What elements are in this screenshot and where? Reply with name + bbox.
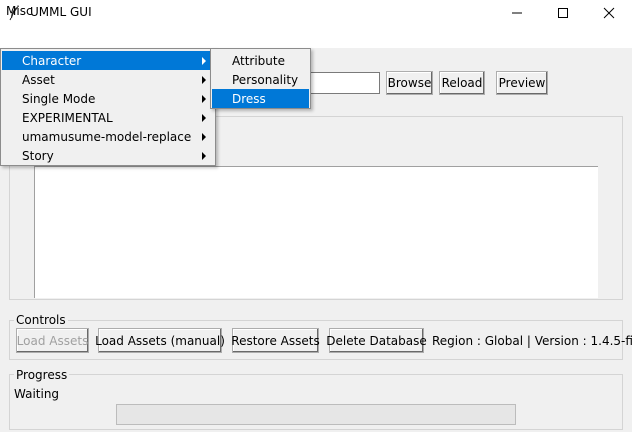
load-assets-button[interactable]: Load Assets (16, 328, 89, 353)
minimize-icon (512, 12, 522, 14)
menu-item-label: Asset (22, 72, 55, 87)
browse-button[interactable]: Browse (386, 71, 433, 95)
progress-bar (116, 404, 516, 425)
submenu-arrow-icon (202, 76, 206, 84)
menu-item-character[interactable]: Character (2, 51, 214, 70)
menu-item-label: umamusume-model-replace (22, 129, 192, 144)
submenu-arrow-icon (202, 57, 206, 65)
menu-item-model-replace[interactable]: umamusume-model-replace (2, 127, 214, 146)
controls-group-label: Controls (14, 313, 68, 327)
region-version-label: Region : Global | Version : 1.4.5-fix2 (432, 334, 632, 348)
menu-item-asset[interactable]: Asset (2, 70, 214, 89)
progress-group-label: Progress (14, 368, 70, 382)
progress-status: Waiting (14, 387, 60, 401)
window-title: UMML GUI (30, 5, 92, 19)
submenu-arrow-icon (202, 95, 206, 103)
submenu-arrow-icon (202, 114, 206, 122)
reload-button[interactable]: Reload (439, 71, 485, 95)
submenu-item-personality[interactable]: Personality (212, 70, 309, 89)
item-list[interactable] (34, 166, 598, 298)
maximize-button[interactable] (540, 0, 586, 26)
maximize-icon (558, 8, 568, 18)
menu-item-story[interactable]: Story (2, 146, 214, 165)
character-submenu: Attribute Personality Dress (210, 48, 311, 109)
close-button[interactable] (586, 0, 632, 26)
menu-bar (0, 26, 632, 48)
restore-assets-button[interactable]: Restore Assets (231, 328, 320, 353)
submenu-item-dress[interactable]: Dress (212, 89, 309, 108)
delete-database-button[interactable]: Delete Database (326, 328, 427, 353)
submenu-item-attribute[interactable]: Attribute (212, 51, 309, 70)
close-icon (603, 7, 615, 19)
submenu-arrow-icon (202, 133, 206, 141)
submenu-arrow-icon (202, 152, 206, 160)
menu-item-label: Single Mode (22, 91, 96, 106)
menu-item-experimental[interactable]: EXPERIMENTAL (2, 108, 214, 127)
preview-button[interactable]: Preview (496, 71, 548, 95)
menu-misc[interactable]: Misc (6, 4, 33, 18)
load-assets-manual-button[interactable]: Load Assets (manual) (95, 328, 225, 353)
misc-menu: Character Asset Single Mode EXPERIMENTAL… (0, 48, 216, 166)
menu-item-single-mode[interactable]: Single Mode (2, 89, 214, 108)
minimize-button[interactable] (494, 0, 540, 26)
menu-item-label: Story (22, 148, 54, 163)
menu-item-label: EXPERIMENTAL (22, 110, 113, 125)
menu-item-label: Character (22, 53, 82, 68)
